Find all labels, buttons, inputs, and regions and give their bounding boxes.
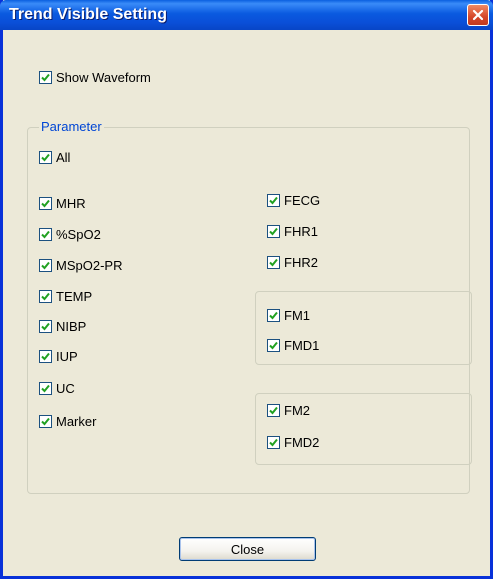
marker-checkbox[interactable]: Marker xyxy=(39,414,96,429)
checkmark-icon xyxy=(39,415,52,428)
all-label: All xyxy=(56,150,71,165)
window-title: Trend Visible Setting xyxy=(9,6,167,23)
spo2-checkbox[interactable]: %SpO2 xyxy=(39,227,101,242)
iup-checkbox[interactable]: IUP xyxy=(39,349,78,364)
fmd2-label: FMD2 xyxy=(284,435,320,450)
checkmark-icon xyxy=(39,151,52,164)
checkmark-icon xyxy=(39,320,52,333)
trend-visible-setting-dialog: Trend Visible Setting Show Waveform Para… xyxy=(0,0,493,579)
fm1-group xyxy=(255,291,472,365)
checkmark-icon xyxy=(267,309,280,322)
checkmark-icon xyxy=(267,339,280,352)
mhr-label: MHR xyxy=(56,196,86,211)
parameter-group-legend: Parameter xyxy=(39,119,104,134)
fhr2-label: FHR2 xyxy=(284,255,318,270)
checkmark-icon xyxy=(267,404,280,417)
fm2-checkbox[interactable]: FM2 xyxy=(267,403,310,418)
nibp-label: NIBP xyxy=(56,319,87,334)
uc-checkbox[interactable]: UC xyxy=(39,381,75,396)
fm1-checkbox[interactable]: FM1 xyxy=(267,308,310,323)
checkmark-icon xyxy=(39,350,52,363)
fhr1-checkbox[interactable]: FHR1 xyxy=(267,224,318,239)
checkmark-icon xyxy=(267,225,280,238)
show-waveform-checkbox[interactable]: Show Waveform xyxy=(39,70,151,85)
mhr-checkbox[interactable]: MHR xyxy=(39,196,86,211)
fm2-label: FM2 xyxy=(284,403,310,418)
checkmark-icon xyxy=(267,436,280,449)
checkmark-icon xyxy=(39,290,52,303)
checkmark-icon xyxy=(267,194,280,207)
nibp-checkbox[interactable]: NIBP xyxy=(39,319,86,334)
checkmark-icon xyxy=(267,256,280,269)
uc-label: UC xyxy=(56,381,75,396)
fmd2-checkbox[interactable]: FMD2 xyxy=(267,435,319,450)
mspo2-pr-checkbox[interactable]: MSpO2-PR xyxy=(39,258,122,273)
close-icon[interactable] xyxy=(467,4,489,26)
fm1-label: FM1 xyxy=(284,308,310,323)
marker-label: Marker xyxy=(56,414,97,429)
close-button[interactable]: Close xyxy=(179,537,316,561)
checkmark-icon xyxy=(39,228,52,241)
mspo2-pr-label: MSpO2-PR xyxy=(56,258,123,273)
fmd1-checkbox[interactable]: FMD1 xyxy=(267,338,319,353)
all-checkbox[interactable]: All xyxy=(39,150,70,165)
temp-checkbox[interactable]: TEMP xyxy=(39,289,92,304)
checkmark-icon xyxy=(39,259,52,272)
checkmark-icon xyxy=(39,382,52,395)
checkmark-icon xyxy=(39,71,52,84)
show-waveform-label: Show Waveform xyxy=(56,70,151,85)
fmd1-label: FMD1 xyxy=(284,338,320,353)
fhr2-checkbox[interactable]: FHR2 xyxy=(267,255,318,270)
temp-label: TEMP xyxy=(56,289,93,304)
checkmark-icon xyxy=(39,197,52,210)
fecg-checkbox[interactable]: FECG xyxy=(267,193,320,208)
fhr1-label: FHR1 xyxy=(284,224,318,239)
iup-label: IUP xyxy=(56,349,78,364)
title-bar[interactable]: Trend Visible Setting xyxy=(0,0,493,30)
spo2-label: %SpO2 xyxy=(56,227,101,242)
fecg-label: FECG xyxy=(284,193,321,208)
